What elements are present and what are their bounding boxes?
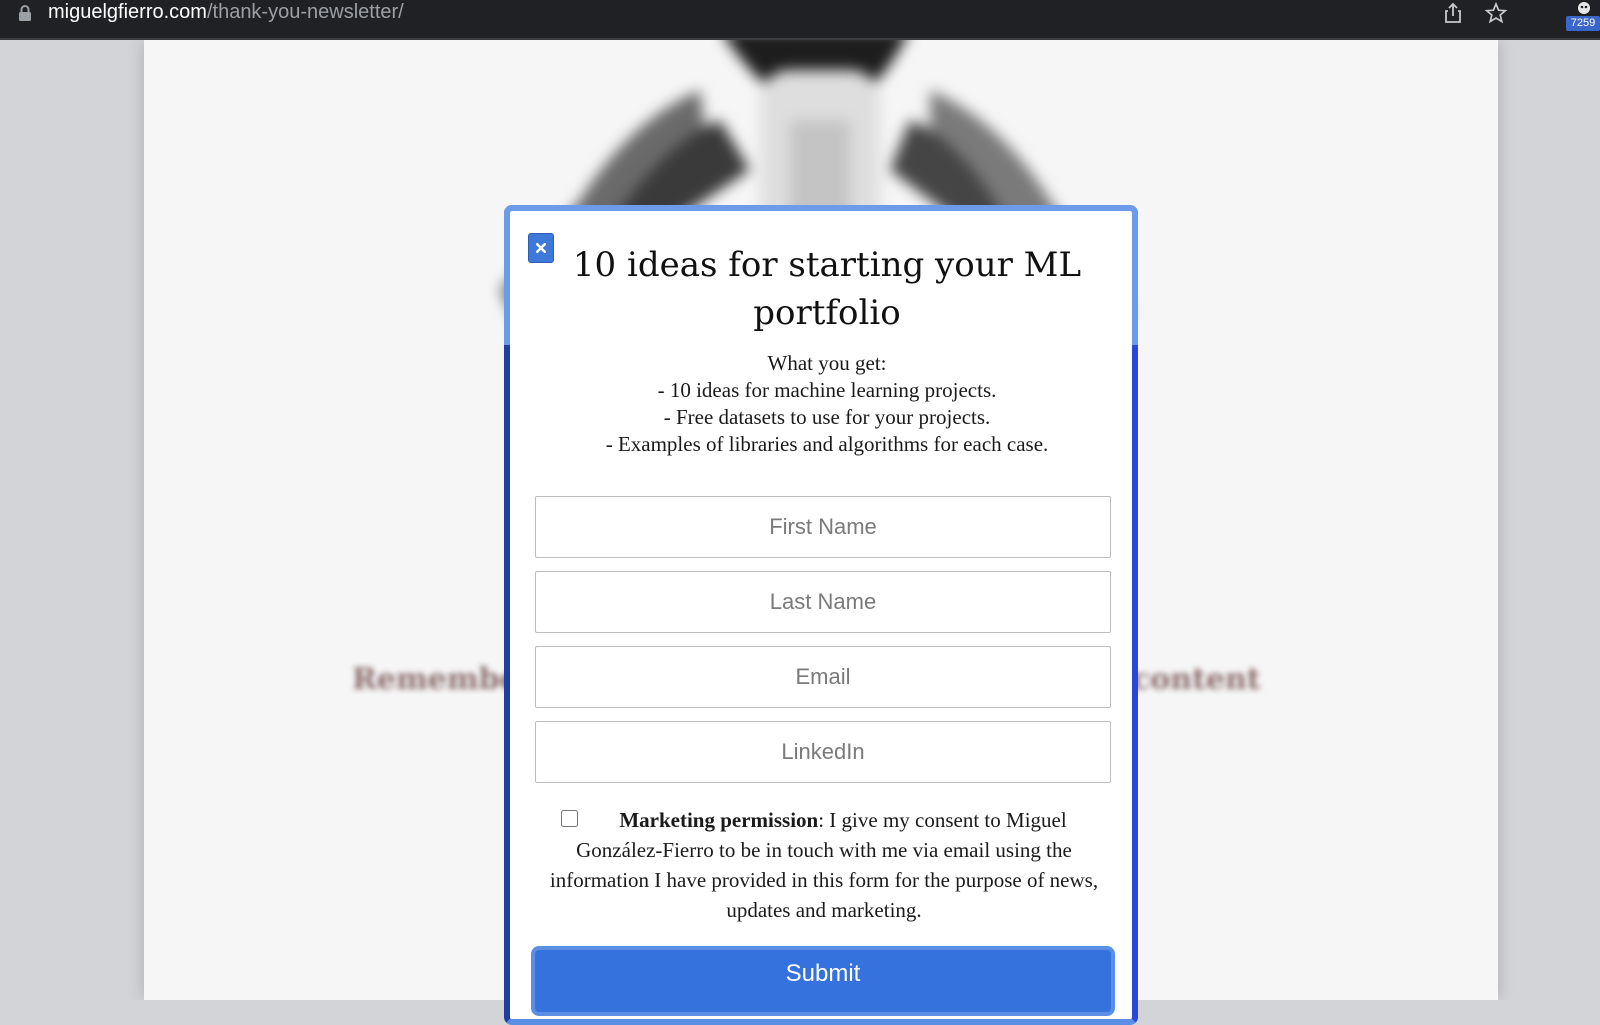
modal-title: 10 ideas for starting your ML portfolio: [572, 245, 1082, 333]
description-item: - Free datasets to use for your projects…: [663, 405, 991, 429]
last-name-input[interactable]: [535, 571, 1111, 633]
description-item: - Examples of libraries and algorithms f…: [605, 432, 1049, 456]
consent-label-bold: Marketing permission: [619, 808, 819, 832]
marketing-permission-text: Marketing permission: I give my consent …: [544, 805, 1104, 925]
newsletter-modal: 10 ideas for starting your ML portfolio …: [504, 205, 1138, 1025]
description-item: - 10 ideas for machine learning projects…: [657, 378, 997, 402]
description-heading: What you get:: [767, 351, 887, 375]
first-name-input[interactable]: [535, 496, 1111, 558]
modal-description: What you get: - 10 ideas for machine lea…: [530, 350, 1124, 458]
blurred-text-right: content: [1132, 662, 1261, 697]
url-text[interactable]: miguelgfierro.com/thank-you-newsletter/: [48, 0, 404, 24]
linkedin-input[interactable]: [535, 721, 1111, 783]
share-icon[interactable]: [1442, 2, 1464, 24]
star-icon[interactable]: [1485, 2, 1507, 24]
extension-badge: 7259: [1566, 16, 1600, 31]
email-input[interactable]: [535, 646, 1111, 708]
url-host: miguelgfierro.com: [48, 1, 207, 23]
url-path: /thank-you-newsletter/: [206, 1, 404, 23]
lock-icon: [19, 5, 31, 21]
submit-button[interactable]: Submit: [531, 946, 1115, 1016]
browser-address-bar: miguelgfierro.com/thank-you-newsletter/ …: [0, 0, 1600, 40]
